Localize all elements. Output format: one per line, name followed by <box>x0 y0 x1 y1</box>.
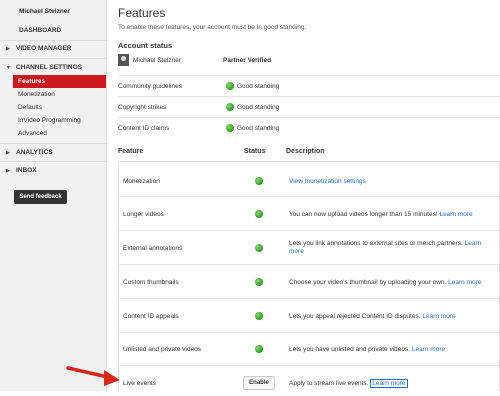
account-name: Michael Stelzner <box>133 57 182 64</box>
column-header-feature: Feature <box>118 148 144 155</box>
account-status-label: Copyright strikes <box>118 104 167 111</box>
table-row: External annotations Lets you link annot… <box>119 231 499 265</box>
learn-more-link[interactable]: Learn more <box>422 313 455 320</box>
feature-name: Content ID appeals <box>123 313 179 320</box>
sidebar-item-analytics[interactable]: ▶ ANALYTICS <box>6 149 53 156</box>
table-row: Longer videos You can now upload videos … <box>119 197 499 231</box>
learn-more-link[interactable]: Learn more <box>439 211 472 218</box>
feature-name: External annotations <box>123 245 183 252</box>
feature-name: Longer videos <box>123 211 164 218</box>
feature-name: Monetization <box>123 178 160 185</box>
feature-name: Custom thumbnails <box>123 279 179 286</box>
status-good-icon <box>255 312 263 320</box>
table-row: Content ID appeals Lets you appeal rejec… <box>119 299 499 333</box>
sidebar-user-name[interactable]: Michael Stelzner <box>19 8 70 15</box>
sidebar-item-advanced[interactable]: Advanced <box>18 130 47 137</box>
feature-description: You can now upload videos longer than 15… <box>289 211 440 218</box>
page-subtitle: To enable these features, your account m… <box>118 24 307 31</box>
feature-name: Unlisted and private videos <box>123 346 202 353</box>
sidebar-item-inbox[interactable]: ▶ INBOX <box>6 167 37 174</box>
learn-more-link[interactable]: Learn more <box>370 379 408 388</box>
caret-right-icon: ▶ <box>6 45 10 52</box>
account-status-row: Content ID claims Good standing <box>118 117 500 138</box>
account-status-heading: Account status <box>118 41 173 50</box>
sidebar: Michael Stelzner DASHBOARD ▶ VIDEO MANAG… <box>0 0 107 391</box>
status-good-icon <box>255 278 263 286</box>
sidebar-item-label: CHANNEL SETTINGS <box>16 64 82 71</box>
sidebar-divider <box>0 40 106 41</box>
column-header-status: Status <box>244 148 266 155</box>
account-status-value: Good standing <box>237 125 280 132</box>
sidebar-item-features[interactable]: Features <box>13 75 106 88</box>
sidebar-divider <box>0 161 106 162</box>
status-good-icon <box>226 124 234 132</box>
sidebar-item-video-manager[interactable]: ▶ VIDEO MANAGER <box>6 45 72 52</box>
caret-right-icon: ▶ <box>6 167 10 174</box>
sidebar-item-defaults[interactable]: Defaults <box>18 104 42 111</box>
sidebar-item-label: INBOX <box>16 167 37 174</box>
feature-description: Lets you appeal rejected Content ID disp… <box>289 313 423 320</box>
sidebar-item-dashboard[interactable]: DASHBOARD <box>19 27 61 34</box>
table-row: Monetization View monetization settings <box>119 162 499 197</box>
sidebar-item-monetization[interactable]: Monetization <box>18 91 55 98</box>
sidebar-item-label: ANALYTICS <box>16 149 53 156</box>
account-status-row: Community guidelines Good standing <box>118 75 500 96</box>
feature-description: Choose your video's thumbnail by uploadi… <box>289 279 449 286</box>
feature-description: Apply to stream live events. <box>289 380 371 387</box>
learn-more-link[interactable]: Learn more <box>412 346 445 353</box>
status-good-icon <box>255 177 263 185</box>
caret-right-icon: ▶ <box>6 149 10 156</box>
caret-down-icon: ▼ <box>6 64 11 71</box>
send-feedback-button[interactable]: Send feedback <box>14 190 67 204</box>
column-header-description: Description <box>286 148 325 155</box>
account-status-label: Community guidelines <box>118 83 182 90</box>
table-row: Unlisted and private videos Lets you hav… <box>119 333 499 366</box>
sidebar-item-invideo-programming[interactable]: InVideo Programming <box>18 117 81 124</box>
account-status-value: Good standing <box>237 83 280 90</box>
partner-verified-label: Partner Verified <box>223 57 272 64</box>
sidebar-item-channel-settings[interactable]: ▼ CHANNEL SETTINGS <box>6 64 82 71</box>
enable-live-events-button[interactable]: Enable <box>243 376 275 390</box>
feature-description: Lets you have unlisted and private video… <box>289 346 412 353</box>
account-status-row: Copyright strikes Good standing <box>118 96 500 117</box>
features-table: Monetization View monetization settings … <box>118 161 500 391</box>
learn-more-link[interactable]: Learn more <box>448 279 481 286</box>
account-status-value: Good standing <box>237 104 280 111</box>
page-title: Features <box>118 6 166 20</box>
feature-description: Lets you link annotations to external si… <box>289 240 465 247</box>
account-status-label: Content ID claims <box>118 125 170 132</box>
status-good-icon <box>255 345 263 353</box>
status-good-icon <box>255 210 263 218</box>
view-monetization-settings-link[interactable]: View monetization settings <box>289 178 366 185</box>
status-good-icon <box>226 103 234 111</box>
sidebar-divider <box>0 143 106 144</box>
sidebar-divider <box>0 58 106 59</box>
status-good-icon <box>255 244 263 252</box>
table-row: Live events Enable Apply to stream live … <box>119 366 499 396</box>
table-row: Custom thumbnails Choose your video's th… <box>119 265 499 299</box>
feature-name: Live events <box>123 380 156 387</box>
avatar <box>118 54 129 66</box>
status-good-icon <box>226 82 234 90</box>
main-content: Features To enable these features, your … <box>118 0 500 391</box>
sidebar-item-label: VIDEO MANAGER <box>16 45 72 52</box>
